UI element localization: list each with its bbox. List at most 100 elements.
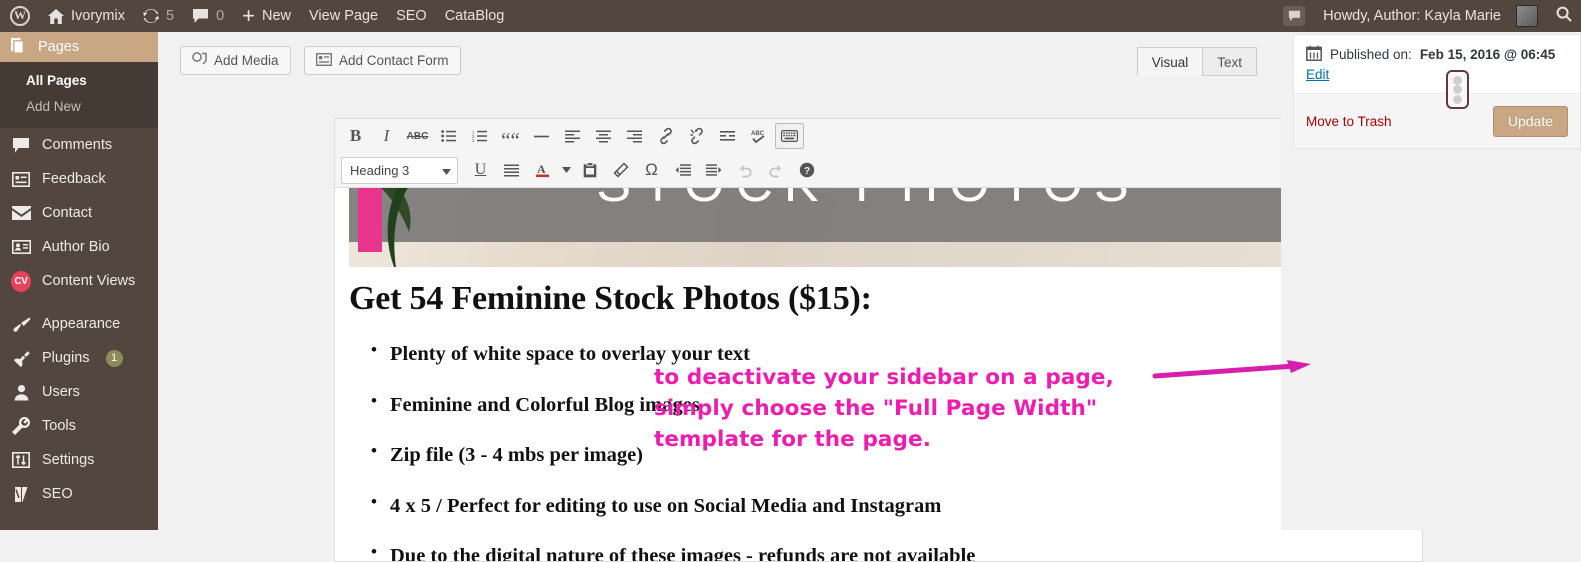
- remove-link-icon[interactable]: [682, 123, 711, 149]
- kitchen-sink-icon[interactable]: [775, 123, 804, 149]
- sidebar-item-contact[interactable]: Contact: [0, 196, 158, 230]
- sidebar-item-settings[interactable]: Settings: [0, 443, 158, 477]
- horizontal-rule-icon[interactable]: [527, 123, 556, 149]
- align-left-icon[interactable]: [558, 123, 587, 149]
- outdent-icon[interactable]: [668, 157, 697, 183]
- submenu-item-all-pages[interactable]: All Pages: [0, 68, 158, 94]
- sidebar-item-pages-label: Pages: [38, 39, 80, 55]
- notifications-menu[interactable]: [1274, 0, 1314, 32]
- paragraph-format-select[interactable]: Heading 3: [341, 156, 458, 184]
- sidebar-item-feedback[interactable]: Feedback: [0, 162, 158, 196]
- sidebar-label: Appearance: [42, 316, 121, 332]
- yoast-icon: [11, 484, 31, 504]
- id-card-icon: [11, 237, 31, 257]
- published-on-row: Published on: Feb 15, 2016 @ 06:45: [1306, 45, 1568, 64]
- search-menu[interactable]: [1547, 0, 1581, 32]
- spinner-dot: [1453, 85, 1462, 94]
- text-color-chevron-icon[interactable]: [559, 157, 573, 183]
- insert-more-icon[interactable]: [713, 123, 742, 149]
- site-name-menu[interactable]: Ivorymix: [39, 0, 134, 32]
- comments-menu[interactable]: 0: [183, 0, 233, 32]
- sidebar-item-author-bio[interactable]: Author Bio: [0, 230, 158, 264]
- new-content-menu[interactable]: + New: [233, 0, 300, 32]
- editor-region: Add Media Add Contact Form Visual Text B…: [158, 32, 1423, 562]
- catablog-label: CataBlog: [444, 8, 505, 24]
- text-color-icon[interactable]: A: [528, 157, 557, 183]
- editor-toolbar: B I ABC 123 ““ ABC Heading 3 U A Ω ?: [335, 119, 1422, 188]
- align-center-icon[interactable]: [589, 123, 618, 149]
- sidebar-item-tools[interactable]: Tools: [0, 409, 158, 443]
- my-account-menu[interactable]: Howdy, Author: Kayla Marie: [1314, 0, 1547, 32]
- blockquote-icon[interactable]: ““: [496, 123, 525, 151]
- sidebar-item-pages[interactable]: Pages: [0, 32, 166, 62]
- admin-bar: Ivorymix 5 0 + New View Page SEO CataBlo…: [0, 0, 1581, 32]
- seo-label: SEO: [396, 8, 427, 24]
- special-character-icon[interactable]: Ω: [637, 157, 666, 183]
- undo-icon[interactable]: [730, 157, 759, 183]
- tab-text[interactable]: Text: [1202, 47, 1257, 76]
- submenu-item-add-new[interactable]: Add New: [0, 94, 158, 120]
- admin-sidebar-menu: Pages All Pages Add New Comments Feedbac…: [0, 32, 166, 530]
- user-icon: [11, 382, 31, 402]
- envelope-icon: [11, 203, 31, 223]
- move-to-trash-link[interactable]: Move to Trash: [1306, 114, 1392, 129]
- banner-title-text: STOCK PHOTOS: [349, 188, 1387, 214]
- spellcheck-icon[interactable]: ABC: [744, 123, 773, 149]
- sidebar-label: Plugins: [42, 350, 90, 366]
- new-label: New: [262, 8, 292, 24]
- editor-sidebar: Published on: Feb 15, 2016 @ 06:45 Edit …: [1281, 32, 1581, 530]
- bulleted-list-icon[interactable]: [434, 123, 463, 149]
- sidebar-item-seo[interactable]: SEO: [0, 477, 158, 511]
- publish-box: Published on: Feb 15, 2016 @ 06:45 Edit …: [1293, 34, 1581, 149]
- updates-menu[interactable]: 5: [134, 0, 183, 32]
- wrench-icon: [11, 416, 31, 436]
- home-icon: [48, 8, 64, 24]
- list-item: 4 x 5 / Perfect for editing to use on So…: [371, 493, 1371, 518]
- sidebar-item-plugins[interactable]: Plugins 1: [0, 341, 158, 375]
- updates-count: 5: [165, 8, 175, 24]
- editor-mode-tabs: Visual Text: [1136, 47, 1257, 76]
- plug-icon: [11, 348, 31, 368]
- numbered-list-icon[interactable]: 123: [465, 123, 494, 149]
- plugins-update-badge: 1: [105, 349, 123, 367]
- sidebar-item-appearance[interactable]: Appearance: [0, 307, 158, 341]
- annotation-arrow-icon: [1152, 360, 1311, 379]
- seo-menu[interactable]: SEO: [387, 0, 436, 32]
- edit-publish-date-link[interactable]: Edit: [1306, 67, 1329, 82]
- sidebar-item-content-views[interactable]: CV Content Views: [0, 264, 158, 298]
- published-on-label: Published on:: [1330, 47, 1412, 62]
- comments-count: 0: [216, 8, 225, 24]
- wordpress-logo-menu[interactable]: [0, 0, 39, 32]
- publish-minor-actions: Published on: Feb 15, 2016 @ 06:45 Edit: [1294, 35, 1580, 94]
- align-right-icon[interactable]: [620, 123, 649, 149]
- tab-visual[interactable]: Visual: [1136, 47, 1203, 76]
- help-icon[interactable]: ?: [792, 157, 821, 183]
- redo-icon[interactable]: [761, 157, 790, 183]
- admin-bar-right: Howdy, Author: Kayla Marie: [1274, 0, 1581, 32]
- insert-link-icon[interactable]: [651, 123, 680, 149]
- catablog-menu[interactable]: CataBlog: [436, 0, 514, 32]
- add-contact-form-button[interactable]: Add Contact Form: [304, 46, 461, 75]
- pages-icon: [11, 37, 28, 58]
- update-button[interactable]: Update: [1492, 105, 1568, 137]
- sidebar-label: SEO: [42, 486, 73, 502]
- strikethrough-icon[interactable]: ABC: [403, 123, 432, 149]
- view-page-menu[interactable]: View Page: [300, 0, 387, 32]
- published-on-date: Feb 15, 2016 @ 06:45: [1419, 47, 1556, 62]
- paste-as-text-icon[interactable]: [575, 157, 604, 183]
- editor-media-buttons: Add Media Add Contact Form Visual Text: [158, 32, 1281, 76]
- plus-icon: +: [242, 3, 255, 28]
- bold-icon[interactable]: B: [341, 123, 370, 149]
- sidebar-item-users[interactable]: Users: [0, 375, 158, 409]
- italic-icon[interactable]: I: [372, 123, 401, 149]
- clear-formatting-icon[interactable]: [606, 157, 635, 183]
- justify-icon[interactable]: [497, 157, 526, 183]
- sidebar-item-comments[interactable]: Comments: [0, 128, 158, 162]
- howdy-label: Howdy, Author: Kayla Marie: [1323, 8, 1501, 24]
- wordpress-page-editor: Ivorymix 5 0 + New View Page SEO CataBlo…: [0, 0, 1581, 562]
- underline-icon[interactable]: U: [466, 157, 495, 183]
- svg-text:3: 3: [472, 138, 475, 143]
- sidebar-label: Comments: [42, 137, 113, 153]
- add-media-button[interactable]: Add Media: [180, 46, 291, 75]
- indent-icon[interactable]: [699, 157, 728, 183]
